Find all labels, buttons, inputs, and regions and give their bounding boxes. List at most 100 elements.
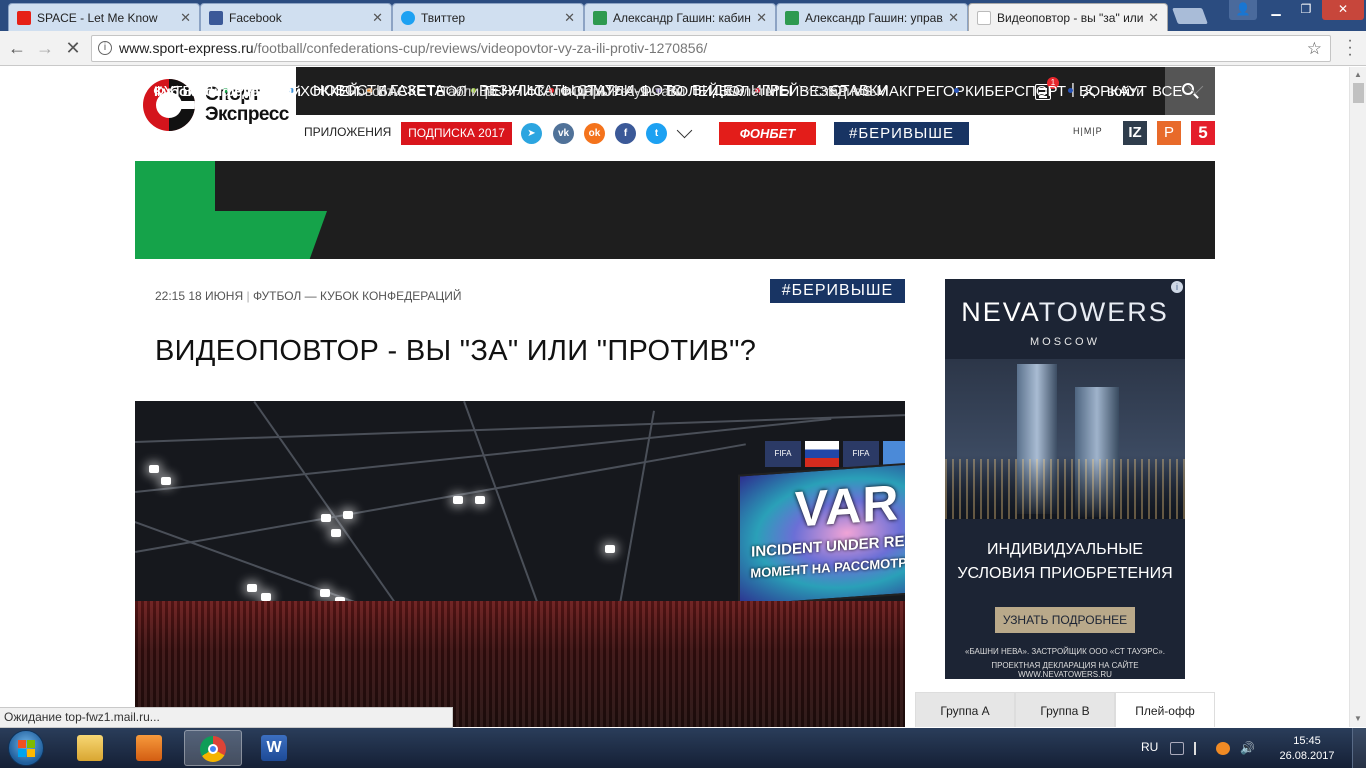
subscribe-button[interactable]: ПОДПИСКА 2017	[401, 122, 512, 145]
nmr-logo[interactable]: Н|М|Р	[1073, 126, 1103, 136]
taskbar-word[interactable]: W	[248, 730, 298, 766]
browser-tab-gashin-2[interactable]: Александр Гашин: управление ✕	[776, 3, 968, 31]
tab-playoff[interactable]: Плей-офф	[1115, 692, 1215, 727]
tournament-nav-tickets[interactable]: Билеты	[726, 67, 775, 115]
article-title: ВИДЕОПОВТОР - ВЫ "ЗА" ИЛИ "ПРОТИВ"?	[155, 335, 757, 367]
facebook-icon	[209, 11, 223, 25]
sport-nav-all[interactable]: ВСЕ	[1152, 67, 1204, 117]
telegram-icon[interactable]: ➤	[521, 123, 542, 144]
system-clock[interactable]: 15:45 26.08.2017	[1276, 734, 1338, 764]
volume-icon[interactable]: 🔊	[1240, 742, 1255, 755]
channel-5-logo[interactable]: 5	[1191, 121, 1215, 145]
scrollbar-thumb[interactable]	[1353, 83, 1364, 103]
web-page: Спорт Экспресс НОВОСТИ ГАЗЕТА РЕЗУЛЬТАТЫ…	[0, 67, 1349, 727]
ad-info-icon[interactable]: i	[1171, 281, 1183, 293]
windows-taskbar: W	[0, 728, 1366, 768]
tournament-nav-stadiums[interactable]: Стадионы	[814, 67, 880, 115]
ren-tv-logo[interactable]: Р	[1157, 121, 1181, 145]
ad-brand: NEVATOWERS	[945, 297, 1185, 328]
close-tab-icon[interactable]: ✕	[1148, 10, 1159, 26]
apps-link[interactable]: ПРИЛОЖЕНИЯ	[304, 125, 391, 139]
close-tab-icon[interactable]: ✕	[372, 10, 383, 26]
minimize-icon[interactable]: ▁	[1262, 0, 1290, 20]
scroll-down-icon[interactable]: ▼	[1354, 714, 1362, 723]
maximize-icon[interactable]: ❐	[1292, 0, 1320, 20]
facebook-icon[interactable]: f	[615, 123, 636, 144]
browser-tab-youtube[interactable]: SPACE - Let Me Know ✕	[8, 3, 200, 31]
chevron-down-icon[interactable]	[676, 122, 693, 139]
page-scrollbar[interactable]: ▲ ▼	[1349, 67, 1366, 727]
twitter-icon[interactable]: t	[646, 123, 667, 144]
close-tab-icon[interactable]: ✕	[180, 10, 191, 26]
ad-learn-more-button[interactable]: УЗНАТЬ ПОДРОБНЕЕ	[995, 607, 1135, 633]
tournament-title[interactable]: Кубок конфедераций	[154, 67, 301, 115]
language-indicator[interactable]: RU	[1141, 740, 1158, 754]
word-icon: W	[261, 735, 287, 761]
close-tab-icon[interactable]: ✕	[564, 10, 575, 26]
windows-logo-icon	[18, 740, 26, 748]
divider: |	[246, 289, 250, 303]
sheets-icon	[593, 11, 607, 25]
youtube-icon	[17, 11, 31, 25]
odnoklassniki-icon[interactable]: ok	[584, 123, 605, 144]
ad-disclaimer-1: «БАШНИ НЕВА». ЗАСТРОЙЩИК ООО «СТ ТАУЭРС»…	[965, 647, 1165, 656]
article-category[interactable]: ФУТБОЛ — КУБОК КОНФЕДЕРАЦИЙ	[253, 289, 462, 303]
scroll-up-icon[interactable]: ▲	[1354, 70, 1362, 79]
forward-icon[interactable]: →	[34, 37, 56, 59]
user-profile-icon[interactable]: 👤	[1229, 0, 1257, 20]
folder-icon	[77, 735, 103, 761]
tab-title: Александр Гашин: кабинет	[613, 10, 751, 25]
tab-group-a[interactable]: Группа А	[915, 692, 1015, 727]
taskbar-explorer[interactable]	[64, 730, 114, 766]
sport-nav-esports[interactable]: КИБЕРСПОРТ	[954, 67, 1066, 117]
flag-icon[interactable]	[1194, 742, 1208, 755]
vk-icon[interactable]: vk	[553, 123, 574, 144]
fifa-flag: FIFA	[765, 441, 801, 467]
hashtag-badge[interactable]: #БЕРИВЫШЕ	[770, 279, 905, 303]
ad-city-lights	[945, 459, 1185, 519]
tab-title: Твиттер	[421, 10, 466, 25]
stop-loading-icon[interactable]: ✕	[62, 37, 84, 59]
fifa-flag: FIFA	[843, 441, 879, 467]
fonbet-banner[interactable]: ФОНБЕТ	[719, 122, 816, 145]
ad-headline-1: ИНДИВИДУАЛЬНЫЕ	[986, 541, 1144, 558]
browser-status-bar: Ожидание top-fwz1.mail.ru...	[0, 707, 453, 728]
hashtag-banner[interactable]: #БЕРИВЫШЕ	[834, 122, 969, 145]
tournament-nav-calendar[interactable]: Календарь/Результаты	[537, 67, 685, 115]
tournament-nav-news[interactable]: Новости	[347, 67, 401, 115]
back-icon[interactable]: ←	[6, 37, 28, 59]
browser-tab-twitter[interactable]: Твиттер ✕	[392, 3, 584, 31]
url-path: /football/confederations-cup/reviews/vid…	[253, 40, 708, 56]
notification-tray-icon[interactable]	[1216, 742, 1230, 755]
iz-logo[interactable]: IZ	[1123, 121, 1147, 145]
article-photo[interactable]: FIFA FIFA VAR INCIDENT UNDER REVIEW МОМЕ…	[135, 401, 905, 727]
tournament-nav-tables[interactable]: Таблицы	[440, 67, 497, 115]
tab-group-b[interactable]: Группа B	[1015, 692, 1115, 727]
sport-nav-workout[interactable]: ВОРКАУТ	[1068, 67, 1147, 117]
browser-menu-icon[interactable]: · · ·	[1343, 33, 1357, 63]
taskbar-media-player[interactable]	[123, 730, 173, 766]
bookmark-star-icon[interactable]: ☆	[1307, 36, 1322, 61]
sheets-icon	[785, 11, 799, 25]
sport-nav-label: ВСЕ	[1152, 83, 1183, 100]
close-tab-icon[interactable]: ✕	[756, 10, 767, 26]
new-tab-button[interactable]	[1172, 8, 1208, 24]
show-desktop-button[interactable]	[1352, 728, 1366, 768]
ad-banner[interactable]: i NEVATOWERS MOSCOW ИНДИВИДУАЛЬНЫЕ УСЛОВ…	[945, 279, 1185, 679]
keyboard-icon[interactable]	[1170, 742, 1184, 755]
tab-title: Facebook	[229, 10, 282, 25]
browser-tab-gashin-1[interactable]: Александр Гашин: кабинет ✕	[584, 3, 776, 31]
chevron-down-icon	[1188, 78, 1204, 95]
close-tab-icon[interactable]: ✕	[948, 10, 959, 26]
close-window-icon[interactable]: ✕	[1322, 0, 1364, 20]
browser-tab-facebook[interactable]: Facebook ✕	[200, 3, 392, 31]
site-info-icon[interactable]: i	[98, 41, 112, 55]
taskbar-chrome[interactable]	[184, 730, 242, 766]
tournament-nav-active-bg	[135, 211, 327, 259]
clock-time: 15:45	[1293, 735, 1321, 747]
flag-panel: FIFA FIFA	[765, 441, 905, 467]
start-button[interactable]	[8, 730, 44, 766]
var-title: VAR	[794, 474, 900, 538]
address-bar[interactable]: i www.sport-express.ru/football/confeder…	[91, 35, 1331, 62]
browser-tab-active[interactable]: Видеоповтор - вы "за" или ✕	[968, 3, 1168, 31]
